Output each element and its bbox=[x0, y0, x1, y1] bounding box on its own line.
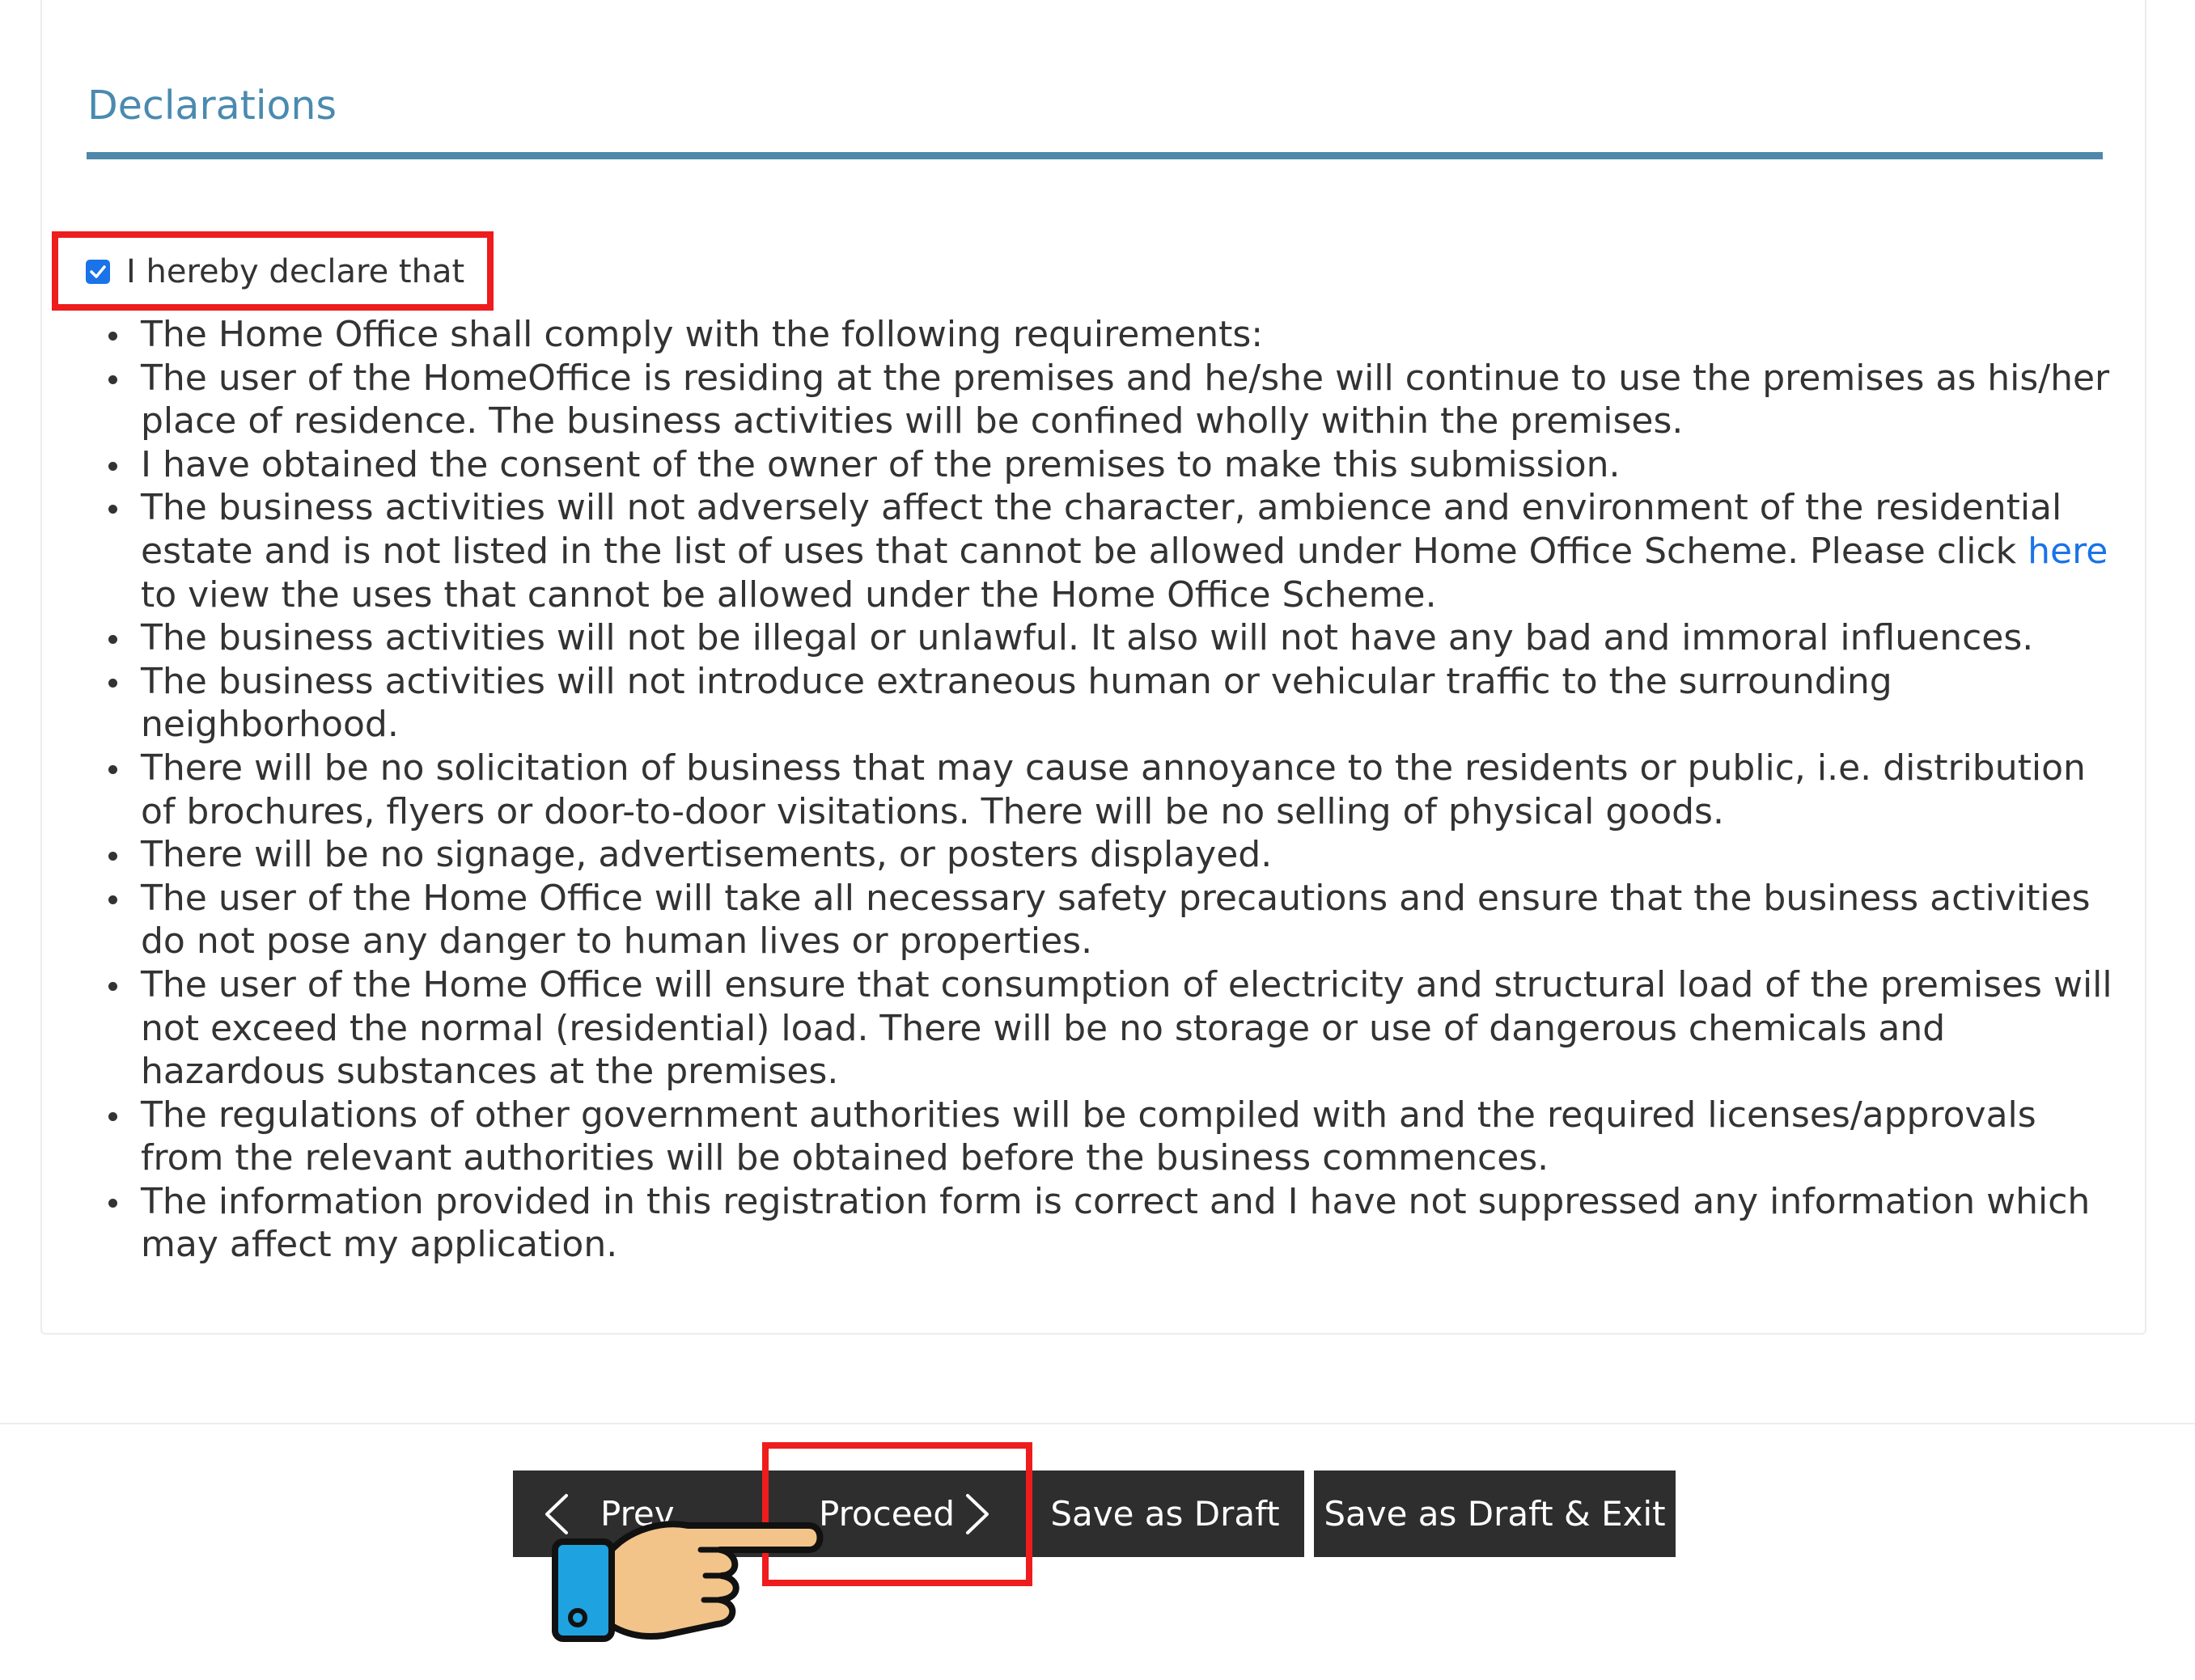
list-item: There will be no signage, advertisements… bbox=[108, 833, 2115, 877]
list-item: The business activities will not be ille… bbox=[108, 616, 2115, 660]
save-as-draft-exit-label: Save as Draft & Exit bbox=[1324, 1494, 1666, 1534]
list-item: The user of the HomeOffice is residing a… bbox=[108, 357, 2115, 443]
list-item: The business activities will not adverse… bbox=[108, 486, 2115, 616]
list-item-text: The business activities will not adverse… bbox=[141, 487, 2062, 572]
list-item-text: to view the uses that cannot be allowed … bbox=[141, 573, 1437, 616]
list-item: The business activities will not introdu… bbox=[108, 660, 2115, 747]
footer-divider bbox=[0, 1423, 2195, 1424]
list-item: The Home Office shall comply with the fo… bbox=[108, 313, 2115, 357]
declaration-list: The Home Office shall comply with the fo… bbox=[108, 313, 2115, 1267]
section-title-underline bbox=[87, 152, 2103, 159]
save-as-draft-label: Save as Draft bbox=[1050, 1494, 1280, 1534]
save-as-draft-button[interactable]: Save as Draft bbox=[1026, 1471, 1304, 1557]
list-item: The user of the Home Office will ensure … bbox=[108, 963, 2115, 1094]
section-title: Declarations bbox=[87, 83, 337, 129]
list-item: The user of the Home Office will take al… bbox=[108, 877, 2115, 963]
list-item: I have obtained the consent of the owner… bbox=[108, 443, 2115, 487]
list-item: There will be no solicitation of busines… bbox=[108, 747, 2115, 833]
annotation-highlight-checkbox bbox=[52, 231, 494, 311]
list-item: The information provided in this registr… bbox=[108, 1180, 2115, 1267]
here-link[interactable]: here bbox=[2028, 531, 2108, 572]
list-item: The regulations of other government auth… bbox=[108, 1094, 2115, 1180]
save-as-draft-exit-button[interactable]: Save as Draft & Exit bbox=[1314, 1471, 1676, 1557]
pointing-hand-icon bbox=[552, 1521, 824, 1642]
